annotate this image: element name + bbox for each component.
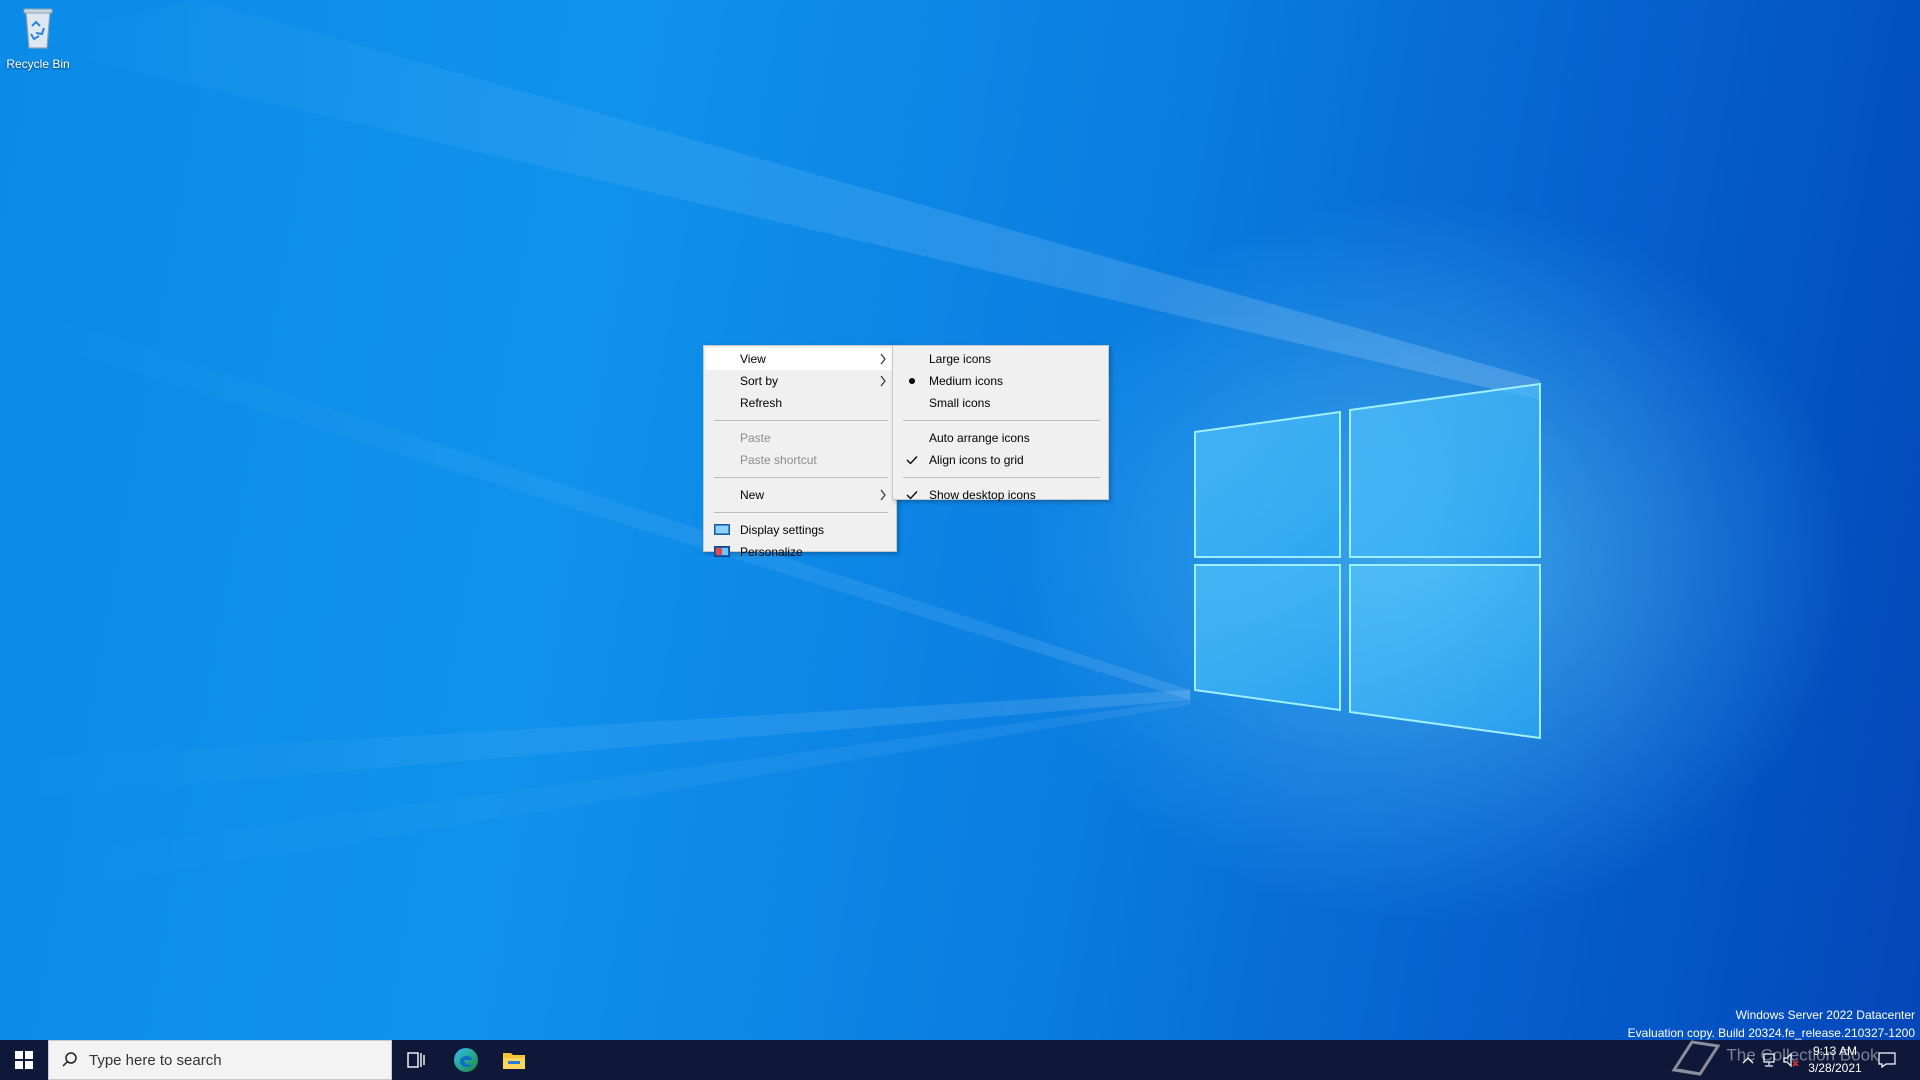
menu-item-label: Paste shortcut — [740, 453, 817, 467]
menu-item-label: Large icons — [929, 352, 992, 366]
menu-item-label: Display settings — [740, 523, 825, 537]
recycle-bin-icon — [23, 8, 53, 49]
personalize-icon — [714, 546, 730, 557]
book-logo-icon — [1671, 1040, 1721, 1076]
menu-item-paste[interactable]: Paste — [706, 427, 894, 449]
submenu-item-large-icons[interactable]: Large icons — [895, 348, 1106, 370]
menu-item-personalize[interactable]: Personalize — [706, 541, 894, 563]
menu-item-paste-shortcut[interactable]: Paste shortcut — [706, 449, 894, 471]
menu-item-label: Sort by — [740, 374, 779, 388]
overlay-credit-text: The Collection Book — [1726, 1045, 1879, 1065]
menu-item-label: Small icons — [929, 396, 991, 410]
display-settings-icon — [714, 524, 730, 535]
overlay-credit: The Collection Book — [1670, 1036, 1879, 1076]
chevron-right-icon — [880, 375, 886, 387]
file-explorer-button[interactable] — [490, 1040, 538, 1080]
menu-item-view[interactable]: View — [706, 348, 894, 370]
view-submenu: Large icons Medium icons Small icons Aut… — [892, 345, 1109, 502]
checkmark-icon — [906, 491, 918, 500]
menu-item-sort-by[interactable]: Sort by — [706, 370, 894, 392]
edge-button[interactable] — [442, 1040, 490, 1080]
notification-icon — [1878, 1052, 1896, 1068]
menu-item-label: New — [740, 488, 765, 502]
menu-separator — [714, 477, 888, 478]
task-view-button[interactable] — [392, 1040, 440, 1080]
file-explorer-icon — [503, 1053, 525, 1069]
menu-item-label: Personalize — [740, 545, 803, 559]
menu-separator — [903, 420, 1100, 421]
menu-separator — [714, 420, 888, 421]
menu-item-new[interactable]: New — [706, 484, 894, 506]
search-placeholder: Type here to search — [89, 1051, 222, 1069]
menu-separator — [903, 477, 1100, 478]
submenu-item-show-desktop-icons[interactable]: Show desktop icons — [895, 484, 1106, 506]
desktop-icon-label: Recycle Bin — [6, 57, 70, 71]
menu-item-label: View — [740, 352, 766, 366]
windows-logo-wallpaper — [1194, 382, 1541, 740]
taskbar-search-box[interactable]: Type here to search — [48, 1040, 392, 1080]
submenu-item-auto-arrange[interactable]: Auto arrange icons — [895, 427, 1106, 449]
menu-item-label: Show desktop icons — [929, 488, 1036, 502]
radio-dot-icon — [909, 378, 915, 384]
menu-item-refresh[interactable]: Refresh — [706, 392, 894, 414]
checkmark-icon — [906, 456, 918, 465]
menu-item-label: Refresh — [740, 396, 783, 410]
menu-item-label: Auto arrange icons — [929, 431, 1030, 445]
submenu-item-small-icons[interactable]: Small icons — [895, 392, 1106, 414]
watermark-edition: Windows Server 2022 Datacenter — [1735, 1008, 1915, 1022]
chevron-right-icon — [880, 353, 886, 365]
submenu-item-medium-icons[interactable]: Medium icons — [895, 370, 1106, 392]
task-view-icon — [407, 1052, 425, 1068]
menu-item-label: Align icons to grid — [929, 453, 1024, 467]
desktop[interactable]: Recycle Bin View Sort by Refresh Paste P… — [0, 0, 1920, 1080]
taskbar: Type here to search 9:13 AM 3/28/2021 — [0, 1040, 1920, 1080]
menu-item-display-settings[interactable]: Display settings — [706, 519, 894, 541]
start-icon — [15, 1051, 33, 1069]
search-icon — [62, 1052, 77, 1067]
menu-item-label: Medium icons — [929, 374, 1004, 388]
start-button[interactable] — [0, 1040, 48, 1080]
edge-icon — [454, 1048, 478, 1072]
desktop-context-menu: View Sort by Refresh Paste Paste shortcu… — [703, 345, 897, 559]
desktop-icon-recycle-bin[interactable]: Recycle Bin — [4, 6, 72, 78]
menu-separator — [714, 512, 888, 513]
submenu-item-align-to-grid[interactable]: Align icons to grid — [895, 449, 1106, 471]
menu-item-label: Paste — [740, 431, 771, 445]
chevron-right-icon — [880, 489, 886, 501]
